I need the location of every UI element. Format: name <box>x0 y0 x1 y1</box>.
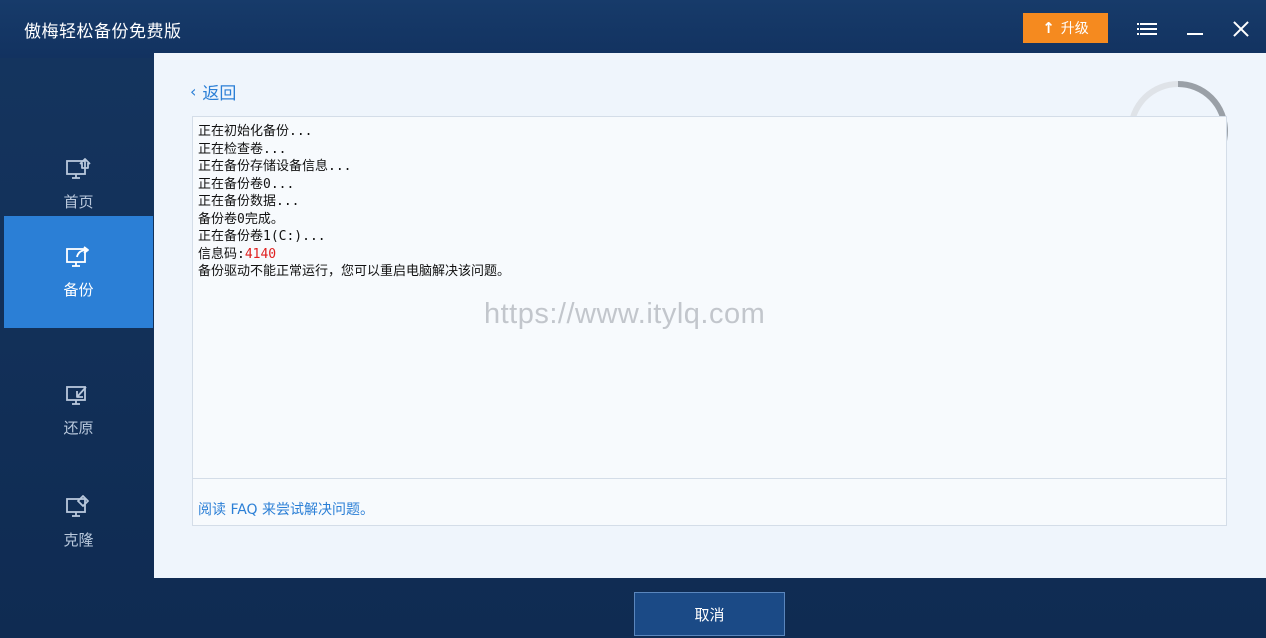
error-code-line: 信息码:4140 <box>198 246 510 264</box>
log-line: 正在检查卷... <box>198 141 287 157</box>
backup-progress-panel: ‹ 返回 71% 正在初始化备份... 正在检查卷... 正在备份存储设备信息.… <box>154 53 1266 578</box>
log-line: 备份卷0完成。 <box>198 211 284 227</box>
log-line: 正在备份数据... <box>198 194 300 209</box>
sidebar-item-label: 首页 <box>63 192 94 211</box>
back-link[interactable]: ‹ 返回 <box>190 79 236 104</box>
upgrade-arrow-icon: ↑ <box>1042 19 1055 37</box>
watermark: https://www.itylq.com <box>484 298 766 330</box>
app-window: 傲梅轻松备份免费版 ↑ 升级 首页 备份 还原 克隆 ‹ 返回 正在初始化备份.… <box>0 0 1266 638</box>
log-divider <box>193 478 1226 479</box>
sidebar-item-clone[interactable]: 克隆 <box>4 466 153 578</box>
log-line: 正在备份卷0... <box>198 176 295 192</box>
log-lines: 正在初始化备份... 正在检查卷... 正在备份存储设备信息... 正在备份卷0… <box>198 123 510 281</box>
chevron-left-icon: ‹ <box>190 82 197 101</box>
clone-monitor-icon <box>65 494 92 519</box>
back-label: 返回 <box>202 84 237 104</box>
menu-icon <box>1136 22 1157 36</box>
sidebar-item-label: 备份 <box>63 280 94 299</box>
log-line: 正在备份存储设备信息... <box>198 159 352 174</box>
backup-monitor-icon <box>65 245 92 269</box>
menu-button[interactable] <box>1133 14 1163 44</box>
minimize-icon <box>1187 33 1203 35</box>
log-line: 正在备份卷1(C:)... <box>198 229 326 244</box>
sidebar-item-restore[interactable]: 还原 <box>4 354 153 466</box>
sidebar: 首页 备份 还原 克隆 <box>0 58 154 638</box>
bottom-bar: 取消 <box>154 578 1266 638</box>
home-monitor-icon <box>65 157 92 181</box>
close-icon <box>1233 21 1249 37</box>
minimize-button[interactable] <box>1180 14 1210 44</box>
restore-monitor-icon <box>65 383 92 407</box>
close-button[interactable] <box>1226 14 1256 44</box>
title-bar[interactable]: 傲梅轻松备份免费版 ↑ 升级 <box>0 0 1266 58</box>
error-code-label: 信息码: <box>198 246 245 262</box>
sidebar-item-label: 还原 <box>63 418 94 437</box>
upgrade-label: 升级 <box>1060 21 1089 37</box>
log-line: 正在初始化备份... <box>198 124 313 139</box>
error-code-value: 4140 <box>244 246 277 262</box>
cancel-button[interactable]: 取消 <box>634 592 785 636</box>
sidebar-item-backup[interactable]: 备份 <box>4 216 153 328</box>
upgrade-button[interactable]: ↑ 升级 <box>1023 13 1108 43</box>
sidebar-item-label: 克隆 <box>63 530 94 549</box>
error-message: 备份驱动不能正常运行，您可以重启电脑解决该问题。 <box>198 264 511 279</box>
faq-link[interactable]: 阅读 FAQ 来尝试解决问题。 <box>198 499 374 519</box>
app-title: 傲梅轻松备份免费版 <box>24 22 182 42</box>
